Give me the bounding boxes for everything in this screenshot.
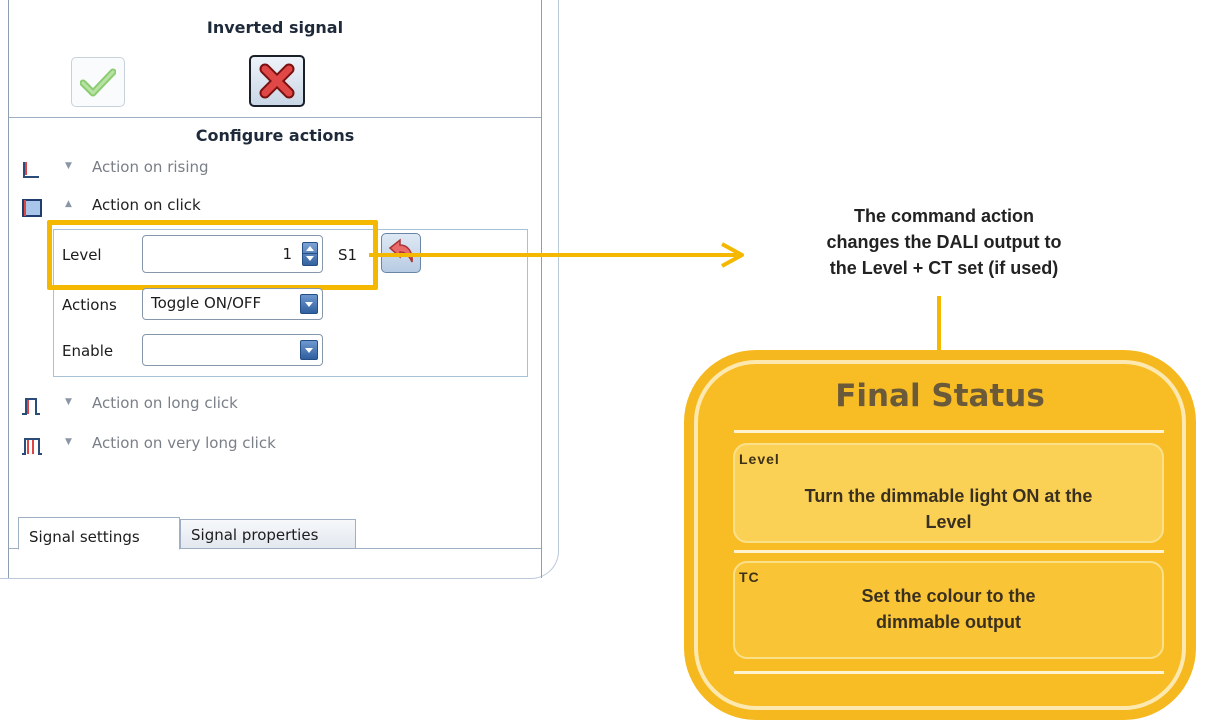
section-text: Turn the dimmable light ON at the Level xyxy=(735,483,1162,535)
callout-text: The command action changes the DALI outp… xyxy=(748,203,1140,281)
final-status-card: Final Status Level Turn the dimmable lig… xyxy=(684,350,1196,720)
callout-line: changes the DALI output to xyxy=(826,232,1062,252)
status-section-level: Level Turn the dimmable light ON at the … xyxy=(733,443,1164,543)
section-tag: Level xyxy=(739,451,780,467)
callout-line: the Level + CT set (if used) xyxy=(829,258,1059,278)
section-text-line: Set the colour to the xyxy=(861,586,1036,606)
card-divider xyxy=(734,671,1164,674)
section-text: Set the colour to the dimmable output xyxy=(735,583,1162,635)
status-section-tc: TC Set the colour to the dimmable output xyxy=(733,561,1164,659)
section-text-line: dimmable output xyxy=(876,612,1021,632)
card-divider xyxy=(734,550,1164,553)
final-status-title: Final Status xyxy=(835,378,1045,414)
section-text-line: Turn the dimmable light ON at the xyxy=(804,486,1093,506)
callout-line: The command action xyxy=(853,206,1035,226)
card-divider xyxy=(734,430,1164,433)
section-text-line: Level xyxy=(925,512,972,532)
